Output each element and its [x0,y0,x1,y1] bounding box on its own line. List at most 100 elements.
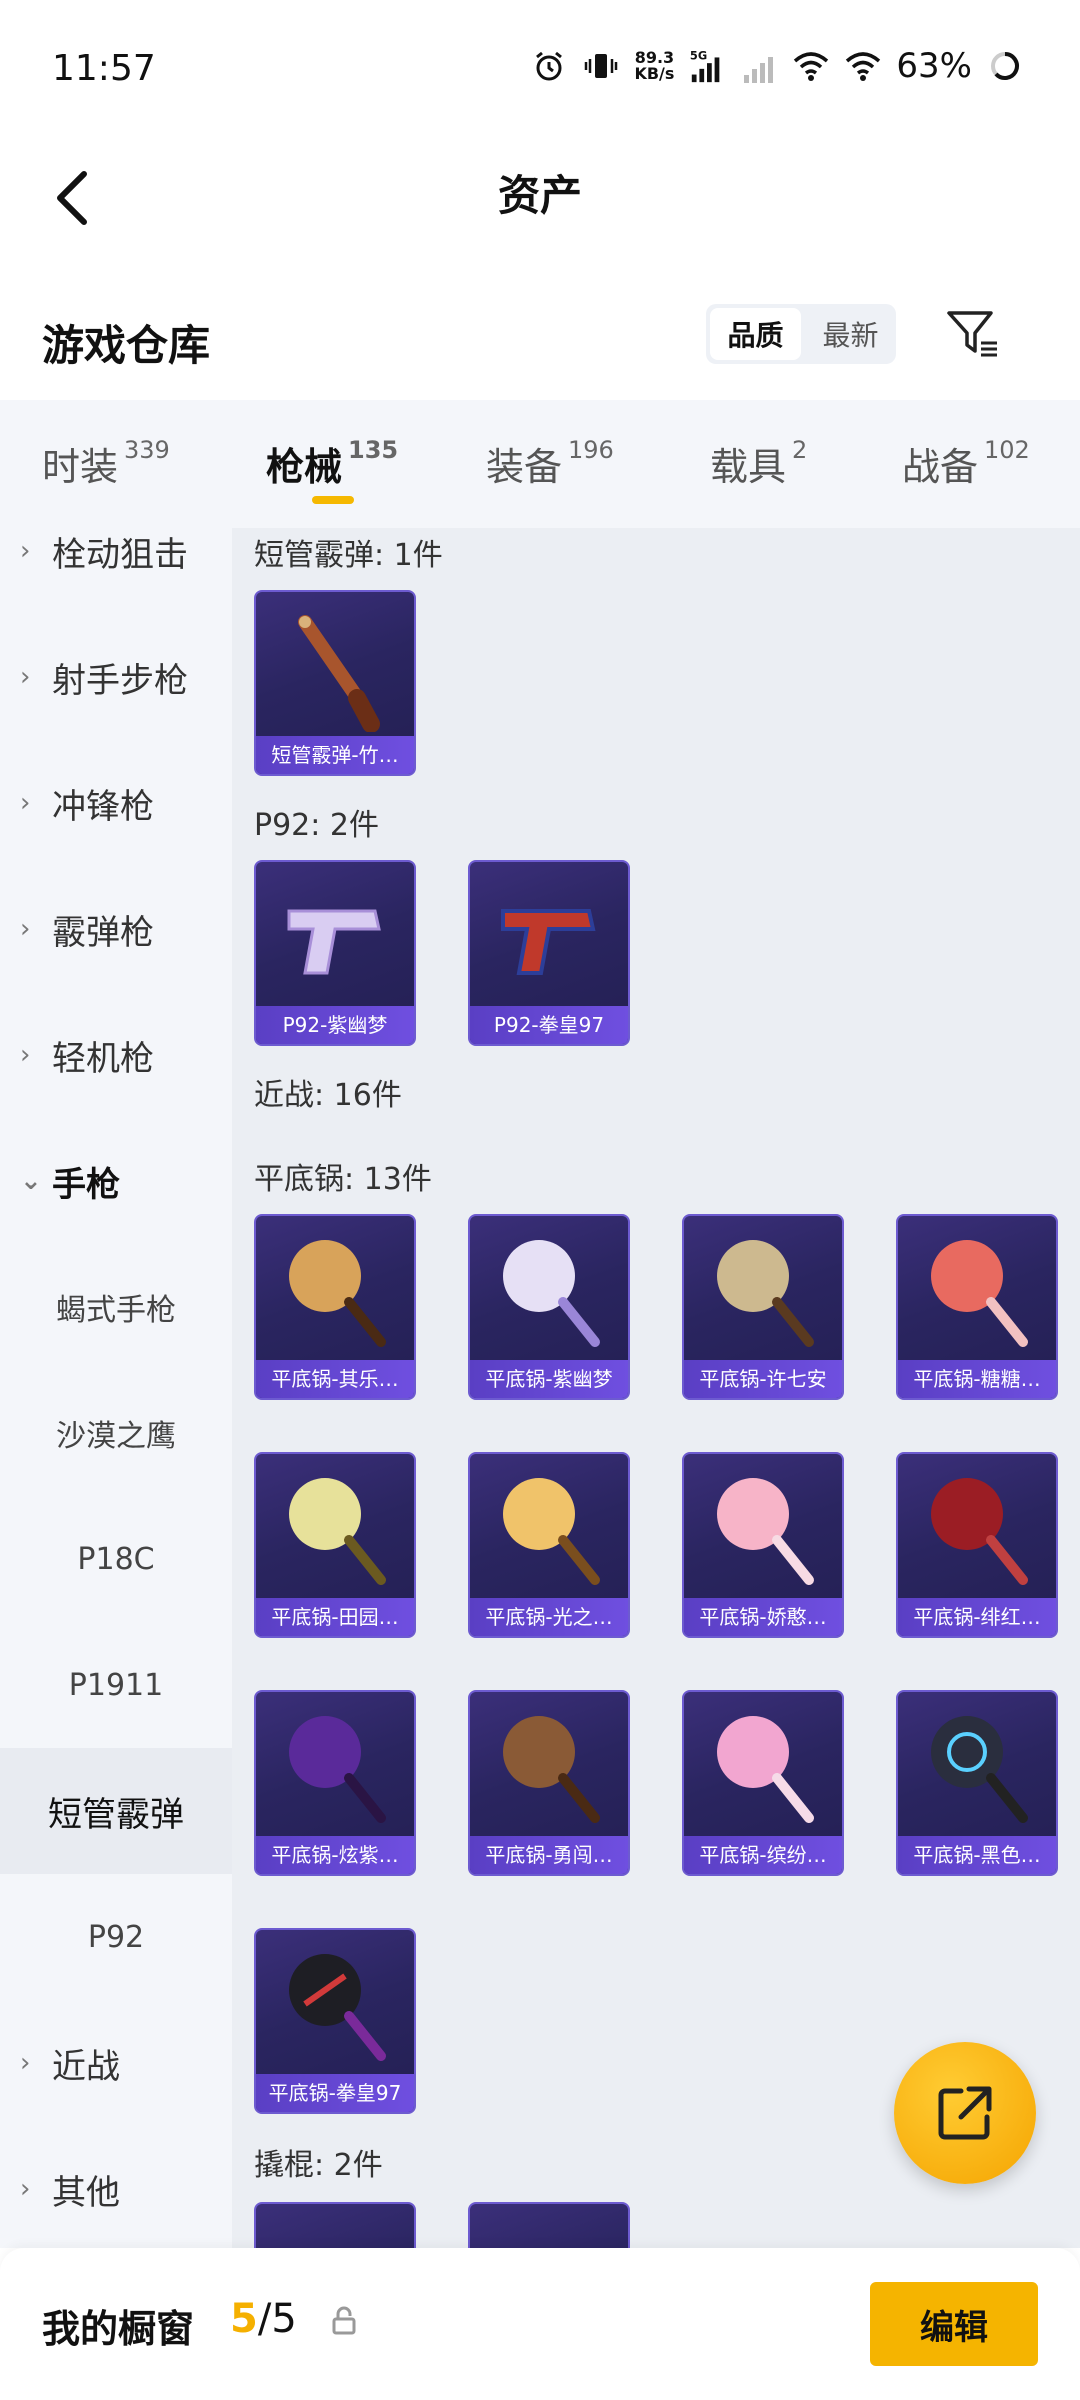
item-label: 平底锅-糖糖… [898,1360,1056,1398]
warehouse-section-header: 游戏仓库 品质 最新 [0,270,1080,400]
crowbar-icon [256,2204,414,2248]
chevron-right-icon: › [20,662,31,692]
tab-count: 339 [124,436,170,464]
showcase-label: 我的橱窗 [42,2307,195,2351]
sidebar-item-smg[interactable]: › 冲锋枪 [0,740,232,866]
item-card[interactable]: P92-拳皇97 [468,860,630,1046]
sidebar-subitem-sawed-off[interactable]: 短管霰弹 [0,1748,232,1874]
frying-pan-icon [470,1216,628,1366]
item-label: 平底锅-许七安 [684,1360,842,1398]
item-card[interactable] [254,2202,416,2248]
sort-quality[interactable]: 品质 [710,308,801,360]
frying-pan-icon [256,1454,414,1604]
sort-latest[interactable]: 最新 [805,304,896,364]
tab-fashion[interactable]: 时装 339 [42,436,170,491]
crowbar-icon [470,2204,628,2248]
tab-label: 枪械 [266,445,343,489]
item-card[interactable]: 平底锅-娇憨… [682,1452,844,1638]
frying-pan-icon [898,1216,1056,1366]
showcase-total: /5 [257,2296,297,2342]
item-label: 平底锅-其乐… [256,1360,414,1398]
signal-5g-icon: 5G [688,47,726,85]
item-card[interactable]: 平底锅-许七安 [682,1214,844,1400]
edit-button[interactable]: 编辑 [870,2282,1038,2366]
sidebar-item-marksman-rifle[interactable]: › 射手步枪 [0,614,232,740]
item-card[interactable]: 短管霰弹-竹… [254,590,416,776]
sidebar-item-bolt-sniper[interactable]: › 栓动狙击 [0,528,232,614]
frying-pan-icon [256,1692,414,1842]
sidebar-item-other[interactable]: › 其他 [0,2126,232,2248]
lock-icon [332,2306,356,2335]
item-card[interactable] [468,2202,630,2248]
battery-percent: 63% [896,46,972,86]
sidebar-item-shotgun[interactable]: › 霰弹枪 [0,866,232,992]
item-label: 平底锅-炫紫… [256,1836,414,1874]
tab-vehicles[interactable]: 载具 2 [710,436,807,491]
item-card[interactable]: 平底锅-其乐… [254,1214,416,1400]
frying-pan-icon [256,1930,414,2080]
tab-label: 装备 [486,445,563,489]
shotgun-icon [256,592,414,742]
share-button[interactable] [894,2042,1036,2184]
status-time: 11:57 [52,48,156,89]
item-card[interactable]: 平底锅-勇闯… [468,1690,630,1876]
svg-text:5G: 5G [690,48,707,62]
tab-label: 载具 [710,445,787,489]
pistol-icon [256,862,414,1012]
sidebar-subitem-skorpion[interactable]: 蝎式手枪 [0,1244,232,1370]
sidebar-subitem-p92[interactable]: P92 [0,1874,232,2000]
pistol-icon [470,862,628,1012]
showcase-current: 5 [230,2296,258,2342]
item-card[interactable]: 平底锅-田园… [254,1452,416,1638]
sidebar-subitem-desert-eagle[interactable]: 沙漠之鹰 [0,1370,232,1496]
chevron-right-icon: › [20,1040,31,1070]
frying-pan-icon [684,1454,842,1604]
active-tab-indicator [312,496,354,504]
item-grid: 短管霰弹: 1件 短管霰弹-竹… P92: 2件 P92-紫幽梦 P92-拳皇9… [232,528,1080,2248]
item-label: 平底锅-光之… [470,1598,628,1636]
sidebar-item-label: 其他 [52,2172,120,2213]
item-card[interactable]: 平底锅-绯红… [896,1452,1058,1638]
item-label: 平底锅-黑色… [898,1836,1056,1874]
item-card[interactable]: 平底锅-糖糖… [896,1214,1058,1400]
filter-button[interactable] [940,302,1004,366]
battery-ring-icon [986,47,1024,85]
tab-count: 196 [568,436,614,464]
sidebar-item-label: 轻机枪 [52,1038,154,1079]
item-card[interactable]: 平底锅-紫幽梦 [468,1214,630,1400]
chevron-down-icon: ⌄ [20,1166,42,1196]
sidebar-item-label: 射手步枪 [52,660,188,701]
frying-pan-icon [898,1454,1056,1604]
item-label: 平底锅-绯红… [898,1598,1056,1636]
sidebar-subitem-p1911[interactable]: P1911 [0,1622,232,1748]
chevron-right-icon: › [20,788,31,818]
tab-firearms[interactable]: 枪械 135 [266,436,398,491]
item-card[interactable]: 平底锅-拳皇97 [254,1928,416,2114]
sidebar-item-label: 近战 [52,2046,120,2087]
tab-count: 102 [984,436,1030,464]
sort-toggle: 品质 最新 [706,304,896,364]
sidebar-item-melee[interactable]: › 近战 [0,2000,232,2126]
item-label: 平底锅-田园… [256,1598,414,1636]
frying-pan-icon [684,1692,842,1842]
group-label: 近战: 16件 [254,1078,402,1113]
tab-supplies[interactable]: 战备 102 [902,436,1030,491]
sidebar-subitem-p18c[interactable]: P18C [0,1496,232,1622]
sidebar-item-label: 冲锋枪 [52,786,154,827]
item-card[interactable]: P92-紫幽梦 [254,860,416,1046]
item-card[interactable]: 平底锅-黑色… [896,1690,1058,1876]
item-card[interactable]: 平底锅-缤纷… [682,1690,844,1876]
sidebar-item-lmg[interactable]: › 轻机枪 [0,992,232,1118]
sidebar-item-pistol[interactable]: ⌄ 手枪 [0,1118,232,1244]
tab-label: 战备 [902,445,979,489]
group-label: 平底锅: 13件 [254,1162,432,1197]
item-label: 平底锅-娇憨… [684,1598,842,1636]
item-card[interactable]: 平底锅-炫紫… [254,1690,416,1876]
tab-equipment[interactable]: 装备 196 [486,436,614,491]
vibrate-icon [582,47,620,85]
frying-pan-icon [684,1216,842,1366]
weapon-category-sidebar: › 栓动狙击 › 射手步枪 › 冲锋枪 › 霰弹枪 › 轻机枪 ⌄ 手枪 蝎式手枪 沙漠之鹰… [0,528,232,2248]
item-card[interactable]: 平底锅-光之… [468,1452,630,1638]
sidebar-item-label: 霰弹枪 [52,912,154,953]
frying-pan-icon [470,1454,628,1604]
